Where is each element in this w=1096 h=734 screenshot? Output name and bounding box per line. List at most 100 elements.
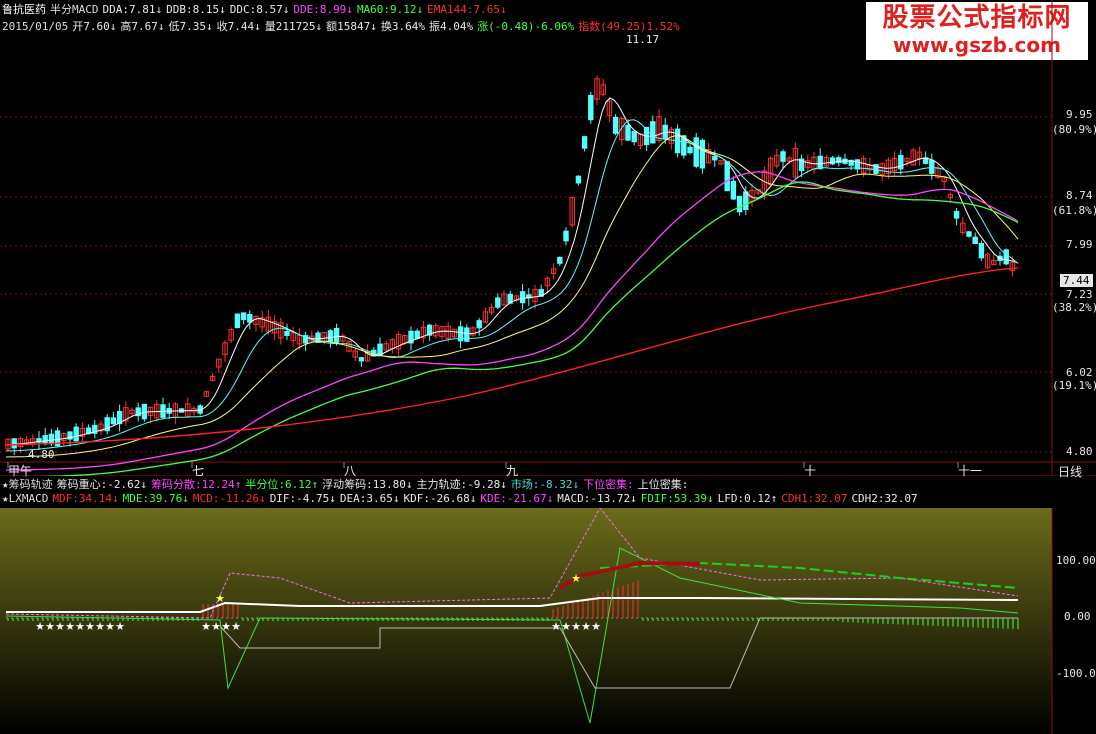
candle-body	[110, 417, 117, 425]
indicator2-value: DEA:3.65↓	[339, 492, 400, 505]
candle-body	[42, 435, 48, 445]
candle-body	[817, 155, 823, 170]
candle-body	[48, 433, 55, 445]
ma-line-dde	[6, 171, 1019, 471]
price-tick: 6.02	[1066, 366, 1093, 379]
candle-body	[929, 159, 935, 174]
signal-star: ★	[35, 620, 45, 633]
candle-body	[829, 157, 836, 165]
high-price-label: 11.17	[626, 33, 660, 46]
candle-body	[358, 357, 365, 362]
price-tick: 8.74	[1066, 189, 1093, 202]
indicator1-header: ★筹码轨迹 筹码重心:-2.62↓ 筹码分散:12.24↑ 半分位:6.12↑ 浮动筹码…	[2, 478, 696, 492]
indicator2-value: CDH1:32.07	[781, 492, 848, 505]
kline-chart[interactable]	[0, 0, 1096, 476]
signal-star: ★	[551, 620, 561, 633]
price-tick: 7.23	[1066, 288, 1093, 301]
candle-body	[557, 256, 563, 264]
indicator1-value: 筹码重心:-2.62↓	[56, 478, 147, 491]
candle-body	[240, 312, 247, 321]
month-label: 十	[804, 464, 817, 478]
candle-body	[736, 195, 743, 213]
signal-star: ★	[215, 592, 225, 605]
indicator1-value: 浮动筹码:13.80↓	[322, 478, 413, 491]
indicator1-value: 市场:-8.32↓	[510, 478, 580, 491]
candle-body	[464, 327, 470, 342]
candle-body	[953, 210, 960, 219]
sub-tick: 100.00	[1056, 554, 1096, 567]
signal-star: ★	[115, 620, 125, 633]
indicator2-value: FDIF:53.39↓	[640, 492, 714, 505]
candle-body	[978, 242, 985, 259]
candle-body	[730, 180, 737, 200]
signal-star: ★	[85, 620, 95, 633]
candle-body	[693, 137, 699, 167]
candle-body	[898, 154, 904, 170]
period-button[interactable]: 日线	[1058, 463, 1082, 480]
month-label: 八	[344, 464, 357, 478]
signal-star: ★	[55, 620, 65, 633]
indicator2-value: MACD:-13.72↓	[557, 492, 637, 505]
low-price-label: 4.80	[28, 448, 55, 461]
candle-body	[650, 121, 656, 144]
candle-body	[333, 327, 340, 343]
price-tick-pct: (61.8%)	[1052, 204, 1096, 217]
candle-body	[11, 438, 17, 449]
signal-star: ★	[211, 620, 221, 633]
price-tick: 4.80	[1066, 445, 1093, 458]
indicator2-name[interactable]: ★LXMACD	[2, 492, 48, 505]
candle-body	[575, 175, 582, 184]
candle-body	[724, 161, 730, 192]
signal-star: ★	[75, 620, 85, 633]
indicator1-values: 筹码重心:-2.62↓ 筹码分散:12.24↑ 半分位:6.12↑ 浮动筹码:13.8…	[57, 478, 693, 491]
indicator1-value: 下位密集:	[583, 478, 634, 491]
month-label: 甲午	[8, 464, 33, 478]
candle-body	[780, 151, 786, 162]
indicator2-header: ★LXMACD MDF:34.14↓ MDE:39.76↓ MCD:-11.26↓ DI…	[2, 492, 926, 506]
price-tick: 7.99	[1066, 238, 1093, 251]
candle-body	[712, 156, 718, 161]
current-price-marker: 7.44	[1060, 274, 1093, 287]
signal-star: ★	[105, 620, 115, 633]
month-label: 九	[506, 464, 519, 478]
signal-star: ★	[221, 620, 231, 633]
candle-body	[631, 130, 637, 143]
indicator2-value: MDE:39.76↓	[122, 492, 189, 505]
candle-body	[699, 139, 706, 169]
sub-tick: 0.00	[1064, 610, 1091, 623]
candle-body	[414, 330, 420, 339]
candle-body	[284, 331, 290, 336]
signal-star: ★	[65, 620, 75, 633]
candle-body	[327, 330, 334, 343]
candle-body	[625, 124, 631, 141]
signal-star: ★	[45, 620, 55, 633]
signal-star: ★	[231, 620, 241, 633]
candle-body	[234, 313, 241, 329]
candle-body	[1003, 249, 1009, 265]
indicator1-value: 筹码分散:12.24↑	[150, 478, 242, 491]
indicator2-value: KDF:-26.68↓	[403, 492, 477, 505]
candle-body	[73, 426, 79, 442]
indicator2-value: DIF:-4.75↓	[269, 492, 336, 505]
indicator1-value: 主力轨迹:-9.28↓	[416, 478, 507, 491]
ma-line-dda	[5, 97, 1019, 446]
price-tick-pct: (38.2%)	[1052, 301, 1096, 314]
signal-star: ★	[581, 620, 591, 633]
candle-body	[588, 94, 594, 121]
candle-body	[247, 314, 253, 323]
lxmacd-chart[interactable]: ★ ★ ★ ★ ★ ★ ★ ★ ★ ★ ★ ★ ★ ★ ★ ★ ★ ★★★	[0, 508, 1096, 734]
signal-star: ★	[95, 620, 105, 633]
signal-star: ★	[201, 620, 211, 633]
ma-line-ma60	[35, 181, 1019, 476]
indicator2-value: KDE:-21.67↓	[480, 492, 554, 505]
price-tick-pct: (80.9%)	[1052, 123, 1096, 136]
month-label: 十一	[958, 464, 983, 478]
indicator2-values: MDF:34.14↓ MDE:39.76↓ MCD:-11.26↓ DIF:-4.75…	[52, 492, 921, 505]
candle-body	[141, 403, 148, 420]
candle-body	[563, 230, 569, 242]
candle-body	[612, 116, 619, 134]
indicator1-value: 上位密集:	[637, 478, 689, 491]
indicator2-value: CDH2:32.07	[851, 492, 918, 505]
candle-body	[581, 136, 588, 149]
indicator1-name[interactable]: ★筹码轨迹	[2, 478, 53, 491]
